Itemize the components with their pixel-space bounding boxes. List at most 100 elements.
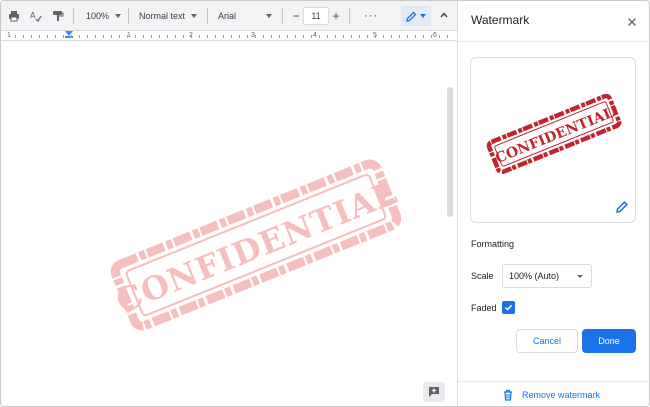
watermark-panel: Watermark CONFIDENTIAL Formatting Scale … [457, 1, 649, 406]
paragraph-style-select[interactable]: Normal text [135, 6, 201, 26]
preview-stamp-image: CONFIDENTIAL [486, 94, 622, 174]
ruler-tick [375, 35, 376, 38]
vertical-scrollbar[interactable] [447, 87, 453, 217]
increase-font-size-button[interactable]: + [329, 6, 343, 26]
remove-watermark-button[interactable]: Remove watermark [502, 389, 600, 401]
toolbar-divider [128, 7, 129, 24]
ruler-tick [287, 35, 288, 38]
app-window: A 100% Normal text Arial − 11 + ··· 1 1 … [0, 0, 650, 407]
ruler-number: 6 [433, 32, 437, 39]
ruler-tick [95, 35, 96, 38]
ruler-tick [175, 35, 176, 38]
ruler-tick [55, 35, 56, 38]
close-panel-button[interactable] [626, 15, 638, 27]
ruler-tick [295, 35, 296, 38]
ruler-tick [167, 35, 168, 38]
ruler-tick [367, 35, 368, 38]
toolbar-divider [73, 7, 74, 24]
collapse-toolbar-button[interactable] [437, 8, 451, 22]
ruler-tick [151, 35, 152, 38]
chevron-down-icon [420, 14, 426, 18]
ruler-tick [79, 35, 80, 38]
ruler-tick [391, 35, 392, 38]
font-value: Arial [218, 10, 237, 21]
svg-text:A: A [30, 11, 36, 20]
toolbar-divider [282, 7, 283, 24]
remove-watermark-label: Remove watermark [522, 390, 601, 400]
trash-icon [504, 389, 512, 401]
font-size-input[interactable]: 11 [303, 6, 329, 25]
ruler-tick [383, 35, 384, 38]
ruler-tick [103, 35, 104, 38]
font-select[interactable]: Arial [214, 6, 276, 26]
ruler-tick [23, 35, 24, 38]
watermark-preview[interactable]: CONFIDENTIAL [470, 57, 636, 223]
ruler-tick [319, 35, 320, 38]
pen-icon [406, 11, 417, 22]
ruler-number: 4 [313, 32, 317, 39]
close-icon [628, 18, 636, 26]
ruler-tick [119, 35, 120, 38]
done-button[interactable]: Done [582, 329, 636, 353]
document-page[interactable]: CONFIDENTIAL [1, 42, 457, 406]
faded-label: Faded [471, 303, 497, 313]
ruler-tick [31, 35, 32, 38]
faded-checkbox[interactable] [502, 301, 515, 314]
ruler-tick [439, 35, 440, 38]
chevron-down-icon [577, 274, 583, 278]
panel-footer-divider [458, 381, 649, 382]
scale-select[interactable]: 100% (Auto) [502, 264, 592, 288]
ruler-tick [271, 35, 272, 38]
ruler-tick [111, 35, 112, 38]
ruler-tick [71, 35, 72, 38]
more-options-button[interactable]: ··· [364, 10, 378, 22]
edit-watermark-button[interactable] [615, 200, 629, 214]
ruler-tick [87, 35, 88, 38]
ruler-tick [223, 35, 224, 38]
toolbar-divider [349, 7, 350, 24]
ruler-tick [191, 35, 192, 38]
ruler-tick [207, 35, 208, 38]
ruler-tick [423, 35, 424, 38]
ruler-tick [15, 35, 16, 38]
ruler-tick [311, 35, 312, 38]
ruler-tick [183, 35, 184, 38]
add-comment-button[interactable] [423, 382, 445, 402]
chevron-down-icon [266, 13, 272, 18]
panel-divider [458, 41, 649, 42]
ruler-tick [447, 35, 448, 38]
ruler-tick [303, 35, 304, 38]
ruler-tick [39, 35, 40, 38]
ruler-tick [359, 35, 360, 38]
editing-mode-button[interactable] [401, 6, 431, 26]
ruler-tick [351, 35, 352, 38]
font-size-control: − 11 + [289, 6, 343, 26]
cancel-button[interactable]: Cancel [516, 329, 578, 353]
ruler: 1 1 2 3 4 5 6 [1, 31, 457, 41]
zoom-value: 100% [86, 10, 110, 21]
print-icon[interactable] [5, 7, 23, 25]
zoom-select[interactable]: 100% [82, 6, 122, 26]
ruler-tick [231, 35, 232, 38]
ruler-tick [399, 35, 400, 38]
toolbar: A 100% Normal text Arial − 11 + ··· [1, 1, 457, 31]
ruler-tick [263, 35, 264, 38]
add-comment-icon [429, 387, 439, 397]
ruler-tick [415, 35, 416, 38]
scale-label: Scale [471, 271, 494, 281]
ruler-tick [255, 35, 256, 38]
edit-pencil-icon [616, 201, 628, 213]
ruler-tick [343, 35, 344, 38]
toolbar-divider [207, 7, 208, 24]
scale-value: 100% (Auto) [509, 271, 560, 281]
paint-format-icon[interactable] [49, 7, 67, 25]
paragraph-style-value: Normal text [139, 10, 186, 21]
ruler-tick [247, 35, 248, 38]
decrease-font-size-button[interactable]: − [289, 6, 303, 26]
ruler-number: 1 [7, 32, 11, 39]
ruler-tick [239, 35, 240, 38]
panel-title: Watermark [471, 13, 530, 27]
chevron-up-icon [440, 12, 448, 18]
ruler-tick [63, 35, 64, 38]
spellcheck-icon[interactable]: A [27, 7, 45, 25]
